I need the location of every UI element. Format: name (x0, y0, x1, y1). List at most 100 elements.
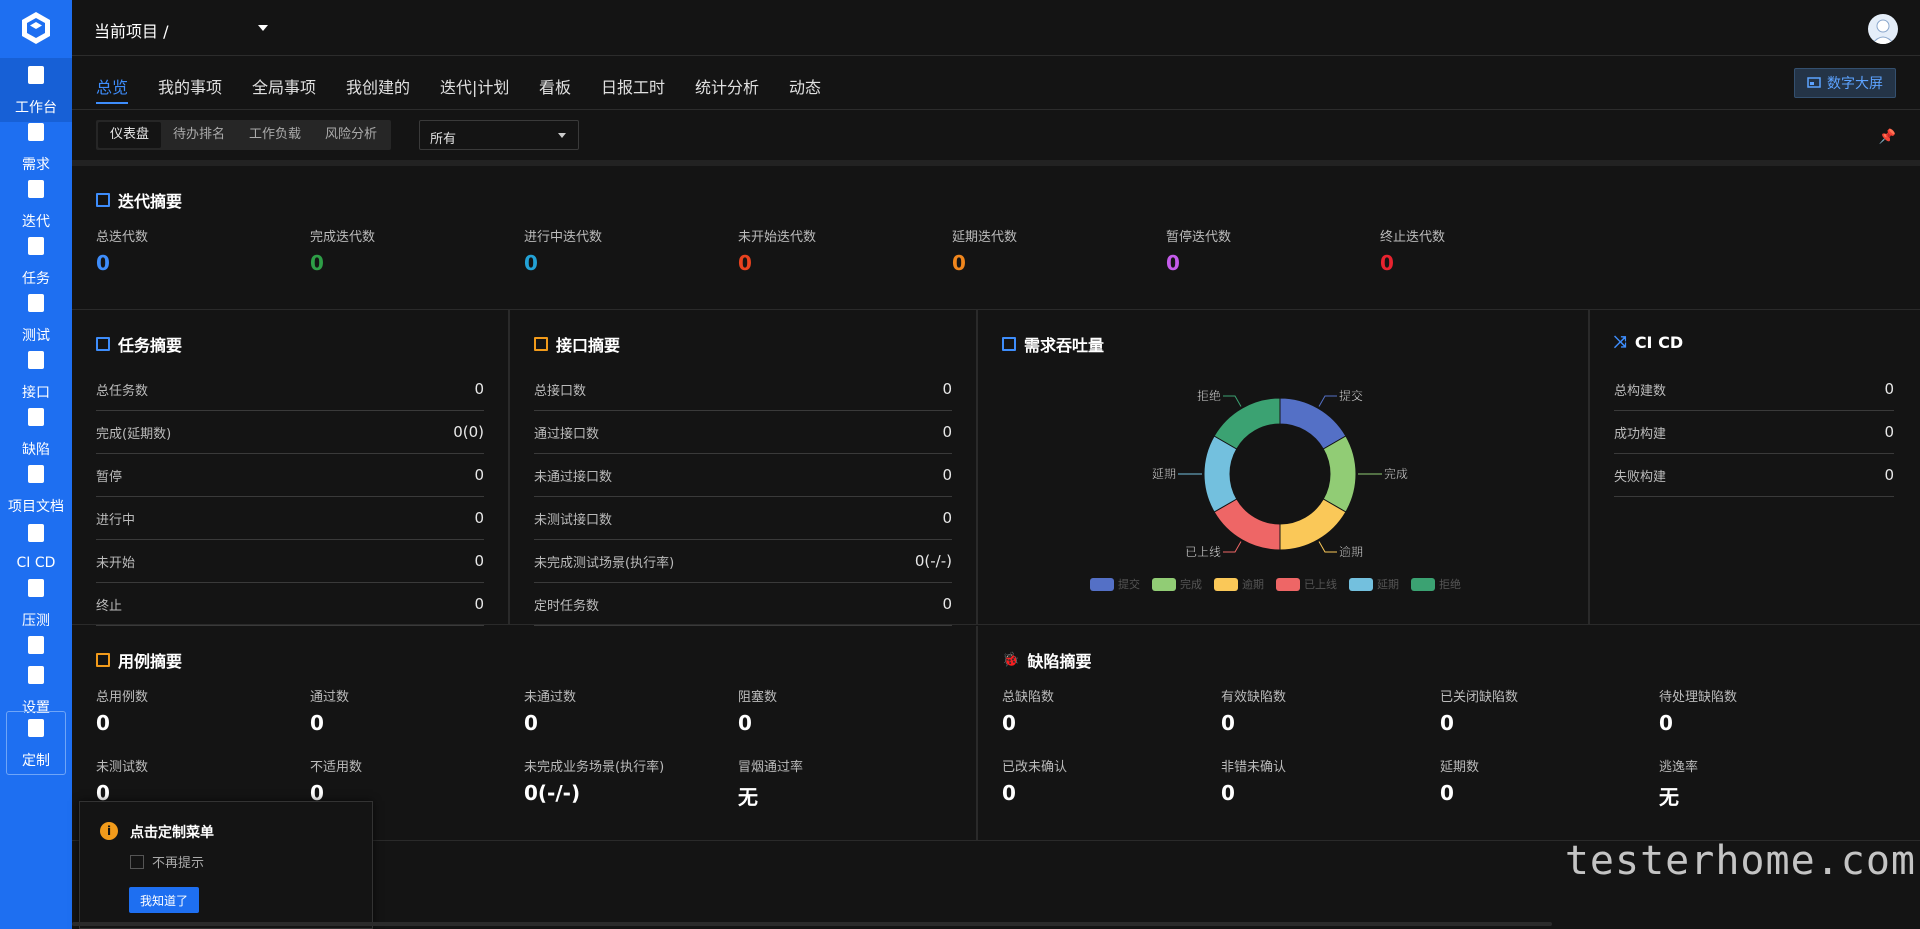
demand-throughput-title: 需求吞吐量 (1002, 332, 1104, 356)
tab-overview[interactable]: 总览 (96, 74, 129, 104)
chevron-down-icon (558, 133, 566, 138)
tab-iteration-plan[interactable]: 迭代|计划 (440, 74, 509, 98)
stat-label: 阻塞数 (738, 690, 778, 705)
monitor-icon (24, 63, 48, 97)
legend-swatch (1349, 577, 1373, 591)
legend-item-1[interactable]: 完成 (1152, 576, 1202, 592)
subtab-risk-analysis[interactable]: 风险分析 (313, 122, 389, 148)
list-item: 成功构建 0 (1614, 411, 1894, 454)
row-label: 定时任务数 (534, 598, 600, 614)
tab-daily-report[interactable]: 日报工时 (601, 74, 665, 98)
app-logo[interactable] (18, 10, 54, 46)
legend-swatch (1276, 577, 1300, 591)
sidebar-item-12[interactable]: 定制 (6, 711, 66, 775)
sidebar-item-label: 需求 (22, 157, 50, 173)
stat-label: 不适用数 (310, 760, 363, 775)
defects-stat: 有效缺陷数 0 (1221, 686, 1286, 735)
row-label: 未通过接口数 (534, 469, 613, 485)
stat-label: 完成迭代数 (310, 230, 376, 245)
stat-label: 未通过数 (524, 690, 577, 705)
row-label: 进行中 (96, 512, 136, 528)
sidebar-item-1[interactable]: 需求 (0, 115, 72, 179)
sidebar-item-7[interactable]: 项目文档 (0, 457, 72, 521)
stat-value: 0 (310, 251, 324, 275)
defect-summary-title: 🐞 缺陷摘要 (1002, 652, 1092, 671)
legend-item-4[interactable]: 延期 (1349, 576, 1399, 592)
legend-label: 提交 (1118, 578, 1140, 591)
donut-slice-1[interactable] (1322, 435, 1357, 513)
iteration-stat: 总迭代数 0 (96, 226, 148, 275)
label-line-3 (1223, 541, 1242, 553)
cicd-icon (24, 521, 48, 555)
slice-label-5: 拒绝 (1197, 388, 1221, 403)
pin-icon[interactable]: 📌 (1879, 129, 1896, 145)
row-value: 0 (1884, 466, 1894, 484)
avatar[interactable] (1868, 14, 1898, 44)
cases-stat: 未完成业务场景(执行率) 0(-/-) (524, 756, 664, 805)
stat-value: 0 (1002, 781, 1016, 805)
legend-item-0[interactable]: 提交 (1090, 576, 1140, 592)
horizontal-scrollbar[interactable] (72, 922, 1552, 926)
tab-created-by-me[interactable]: 我创建的 (346, 74, 410, 98)
sub-bar: 仪表盘 待办排名 工作负载 风险分析 所有 📌 (72, 110, 1920, 160)
list-item: 总接口数 0 (534, 368, 952, 411)
stat-label: 进行中迭代数 (524, 230, 603, 245)
chart-legend: 提交 完成 逾期 已上线 延期 拒绝 (1090, 576, 1461, 592)
checkbox-box[interactable] (130, 854, 144, 869)
cicd-icon: ⤨ (1614, 332, 1627, 351)
chevron-down-icon[interactable] (258, 25, 268, 31)
customize-menu-popover: i 点击定制菜单 不再提示 我知道了 (79, 801, 373, 929)
stat-value: 0 (524, 711, 538, 735)
list-item: 总任务数 0 (96, 368, 484, 411)
tab-global-items[interactable]: 全局事项 (252, 74, 316, 98)
cicd-panel: ⤨ CI CD 总构建数 0 成功构建 0 失败构建 0 (1590, 310, 1920, 625)
donut-slice-5[interactable] (1213, 397, 1281, 450)
scope-select[interactable]: 所有 (419, 120, 579, 150)
case-icon (96, 653, 110, 667)
row-label: 未完成测试场景(执行率) (534, 555, 675, 571)
subtab-dashboard[interactable]: 仪表盘 (98, 122, 162, 148)
list-item: 未完成测试场景(执行率) 0(-/-) (534, 540, 952, 583)
stat-label: 未测试数 (96, 760, 149, 775)
sidebar-item-0[interactable]: 工作台 (0, 58, 72, 122)
watermark: testerhome.com (1564, 838, 1916, 884)
sidebar-item-4[interactable]: 测试 (0, 286, 72, 350)
sidebar-item-3[interactable]: 任务 (0, 229, 72, 293)
chart-icon (1002, 337, 1016, 351)
sidebar-item-6[interactable]: 缺陷 (0, 400, 72, 464)
subtab-workload[interactable]: 工作负载 (237, 122, 313, 148)
row-label: 未测试接口数 (534, 512, 613, 528)
stat-label: 延期数 (1440, 760, 1480, 775)
row-label: 失败构建 (1614, 469, 1667, 485)
got-it-button[interactable]: 我知道了 (129, 887, 199, 913)
iteration-summary-panel: 迭代摘要 总迭代数 0 完成迭代数 0 进行中迭代数 0 未开始迭代数 0 延期迭代数 0 暂停迭代… (72, 166, 1920, 310)
stat-label: 未完成业务场景(执行率) (524, 760, 665, 775)
big-screen-button[interactable]: 数字大屏 (1794, 68, 1896, 98)
legend-item-2[interactable]: 逾期 (1214, 576, 1264, 592)
tab-kanban[interactable]: 看板 (539, 74, 571, 98)
stat-label: 总缺陷数 (1002, 690, 1055, 705)
legend-item-3[interactable]: 已上线 (1276, 576, 1337, 592)
row-label: 总接口数 (534, 383, 587, 399)
tab-statistics[interactable]: 统计分析 (695, 74, 759, 98)
donut-slice-4[interactable] (1203, 435, 1238, 513)
tab-my-items[interactable]: 我的事项 (158, 74, 222, 98)
api-icon (24, 348, 48, 382)
subtab-todo-ranking[interactable]: 待办排名 (161, 122, 237, 148)
donut-slice-2[interactable] (1279, 498, 1347, 551)
project-selector-label[interactable]: 当前项目 / (94, 18, 168, 42)
task-summary-panel: 任务摘要 总任务数 0 完成(延期数) 0(0) 暂停 0 进行中 0 未开始 0 终止 0 (72, 310, 508, 626)
sidebar-item-5[interactable]: 接口 (0, 343, 72, 407)
dont-show-again-checkbox[interactable]: 不再提示 (130, 852, 204, 871)
tab-activity[interactable]: 动态 (789, 74, 821, 98)
list-item: 总构建数 0 (1614, 368, 1894, 411)
sidebar-item-2[interactable]: 迭代 (0, 172, 72, 236)
sidebar-item-8[interactable]: CI CD (0, 514, 72, 578)
sidebar-item-label: 任务 (22, 271, 50, 287)
legend-swatch (1214, 577, 1238, 591)
row-value: 0 (474, 509, 484, 527)
legend-item-5[interactable]: 拒绝 (1411, 576, 1461, 592)
row-label: 总构建数 (1614, 383, 1667, 399)
scope-select-value: 所有 (430, 132, 457, 147)
defects-stat: 已关闭缺陷数 0 (1440, 686, 1518, 735)
